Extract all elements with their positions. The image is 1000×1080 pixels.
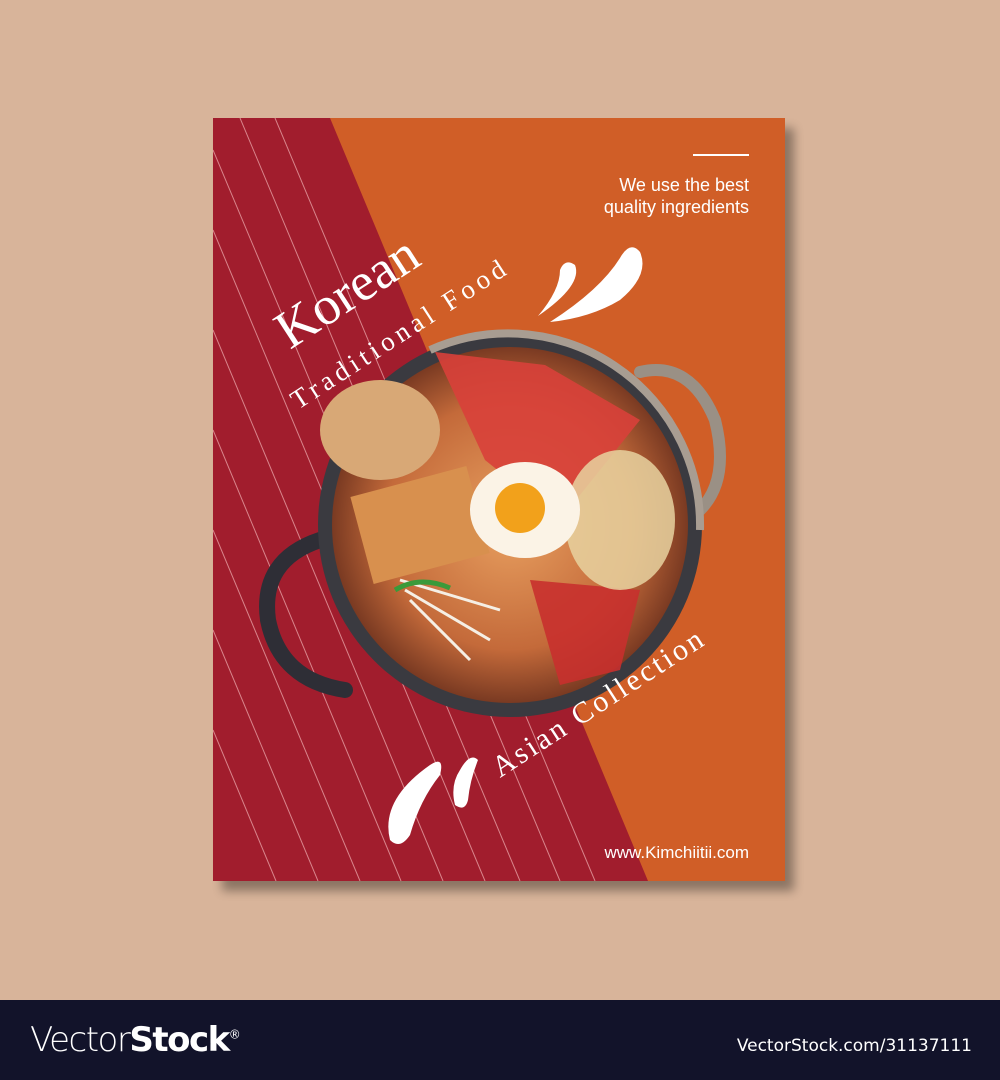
poster: We use the best quality ingredients Kore… [213, 118, 794, 891]
image-reference: VectorStock.com/31137111 [736, 1036, 972, 1056]
vectorstock-logo: VectorStock® [30, 1020, 241, 1060]
tagline-line2: quality ingredients [604, 197, 749, 217]
watermark-footer: VectorStock® VectorStock.com/31137111 [0, 1000, 1000, 1080]
website-link[interactable]: www.Kimchiitii.com [603, 843, 749, 862]
registered-mark: ® [228, 1027, 241, 1042]
logo-bold: Stock [129, 1020, 230, 1060]
logo-light: Vector [30, 1020, 131, 1060]
tagline-line1: We use the best [619, 175, 749, 195]
